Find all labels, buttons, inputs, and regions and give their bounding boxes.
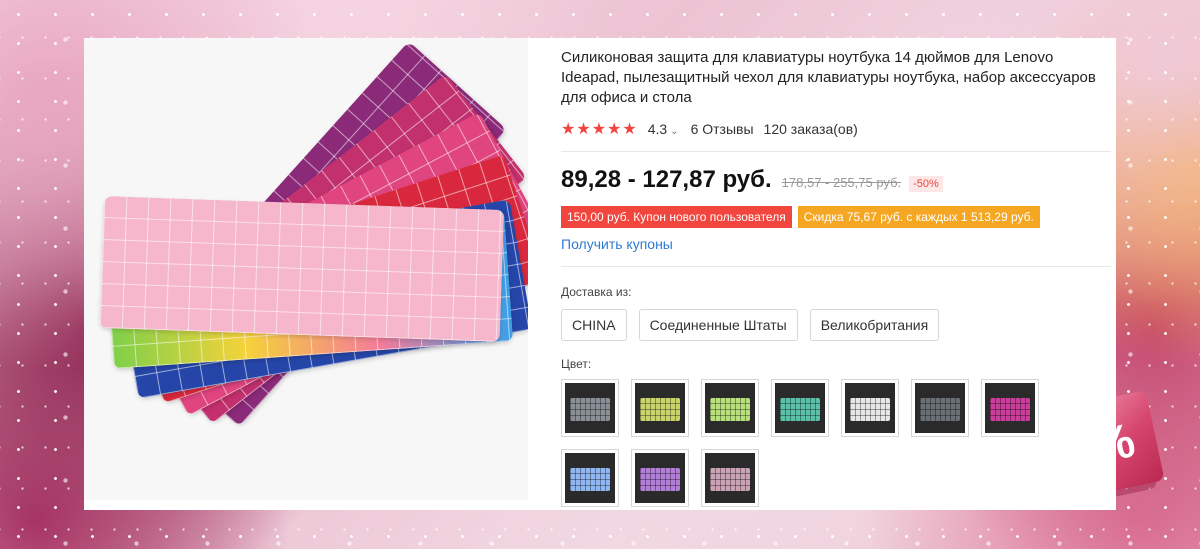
color-swatch-6[interactable] [911,379,969,437]
swatch-keys [920,398,960,421]
ship-from-uk-button[interactable]: Великобритания [809,309,940,341]
shipping-options: CHINA Соединенные Штаты Великобритания [561,309,1101,341]
swatch-white-icon [845,383,895,433]
swatch-keys [710,398,750,421]
swatch-light-blue-icon [565,453,615,503]
orders-count: 120 заказа(ов) [763,121,858,137]
ship-from-china-button[interactable]: CHINA [561,309,627,341]
price-row: 89,28 - 127,87 руб. 178,57 - 255,75 руб.… [561,166,1101,196]
swatch-keys [850,398,890,421]
product-title: Силиконовая защита для клавиатуры ноутбу… [561,49,1096,106]
swatch-keys [570,398,610,421]
ship-from-usa-button[interactable]: Соединенные Штаты [638,309,798,341]
price: 89,28 - 127,87 руб. [561,166,772,193]
swatch-magenta-icon [985,383,1035,433]
color-swatch-2[interactable] [631,379,689,437]
rating-row: ★★★★★ 4.3 ⌄ 6 Отзывы 120 заказа(ов) [561,119,1101,139]
color-swatch-4[interactable] [771,379,829,437]
swatch-purple-pink-icon [635,453,685,503]
swatch-gray-icon [915,383,965,433]
swatch-pink-gray-icon [705,453,755,503]
product-image[interactable] [84,38,528,500]
swatch-keys [640,398,680,421]
swatch-keys [780,398,820,421]
rating-value[interactable]: 4.3 ⌄ [648,121,679,137]
discount-badge: -50% [909,176,943,192]
product-card: Силиконовая защита для клавиатуры ноутбу… [84,38,1116,510]
get-coupons-link[interactable]: Получить купоны [561,236,1101,254]
keyboard-cover-light-pink [99,196,505,342]
reviews-count[interactable]: 6 Отзывы [691,121,754,137]
swatch-keys [640,468,680,491]
swatch-rainbow-icon [775,383,825,433]
color-swatch-3[interactable] [701,379,759,437]
swatch-keys [990,398,1030,421]
chevron-down-icon: ⌄ [670,126,679,137]
swatch-clear-icon [565,383,615,433]
divider [561,151,1111,152]
store-discount-coupon[interactable]: Скидка 75,67 руб. с каждых 1 513,29 руб. [797,206,1040,228]
new-user-coupon[interactable]: 150,00 руб. Купон нового пользователя [561,206,792,228]
color-swatch-1[interactable] [561,379,619,437]
rating-stars-icon: ★★★★★ [561,121,638,138]
color-swatches [561,379,1061,507]
color-swatch-10[interactable] [701,449,759,507]
color-swatch-8[interactable] [561,449,619,507]
color-swatch-7[interactable] [981,379,1039,437]
shipping-label: Доставка из: [561,285,632,299]
color-label: Цвет: [561,357,592,371]
product-info: Силиконовая защита для клавиатуры ноутбу… [561,48,1111,507]
swatch-yellow-blue-icon [635,383,685,433]
swatch-lime-pink-icon [705,383,755,433]
swatch-keys [710,468,750,491]
coupons-row: 150,00 руб. Купон нового пользователя Ск… [561,206,1101,228]
old-price: 178,57 - 255,75 руб. [781,175,902,190]
rating-number: 4.3 [647,121,668,137]
divider [561,266,1111,267]
color-swatch-5[interactable] [841,379,899,437]
swatch-keys [570,468,610,491]
color-swatch-9[interactable] [631,449,689,507]
